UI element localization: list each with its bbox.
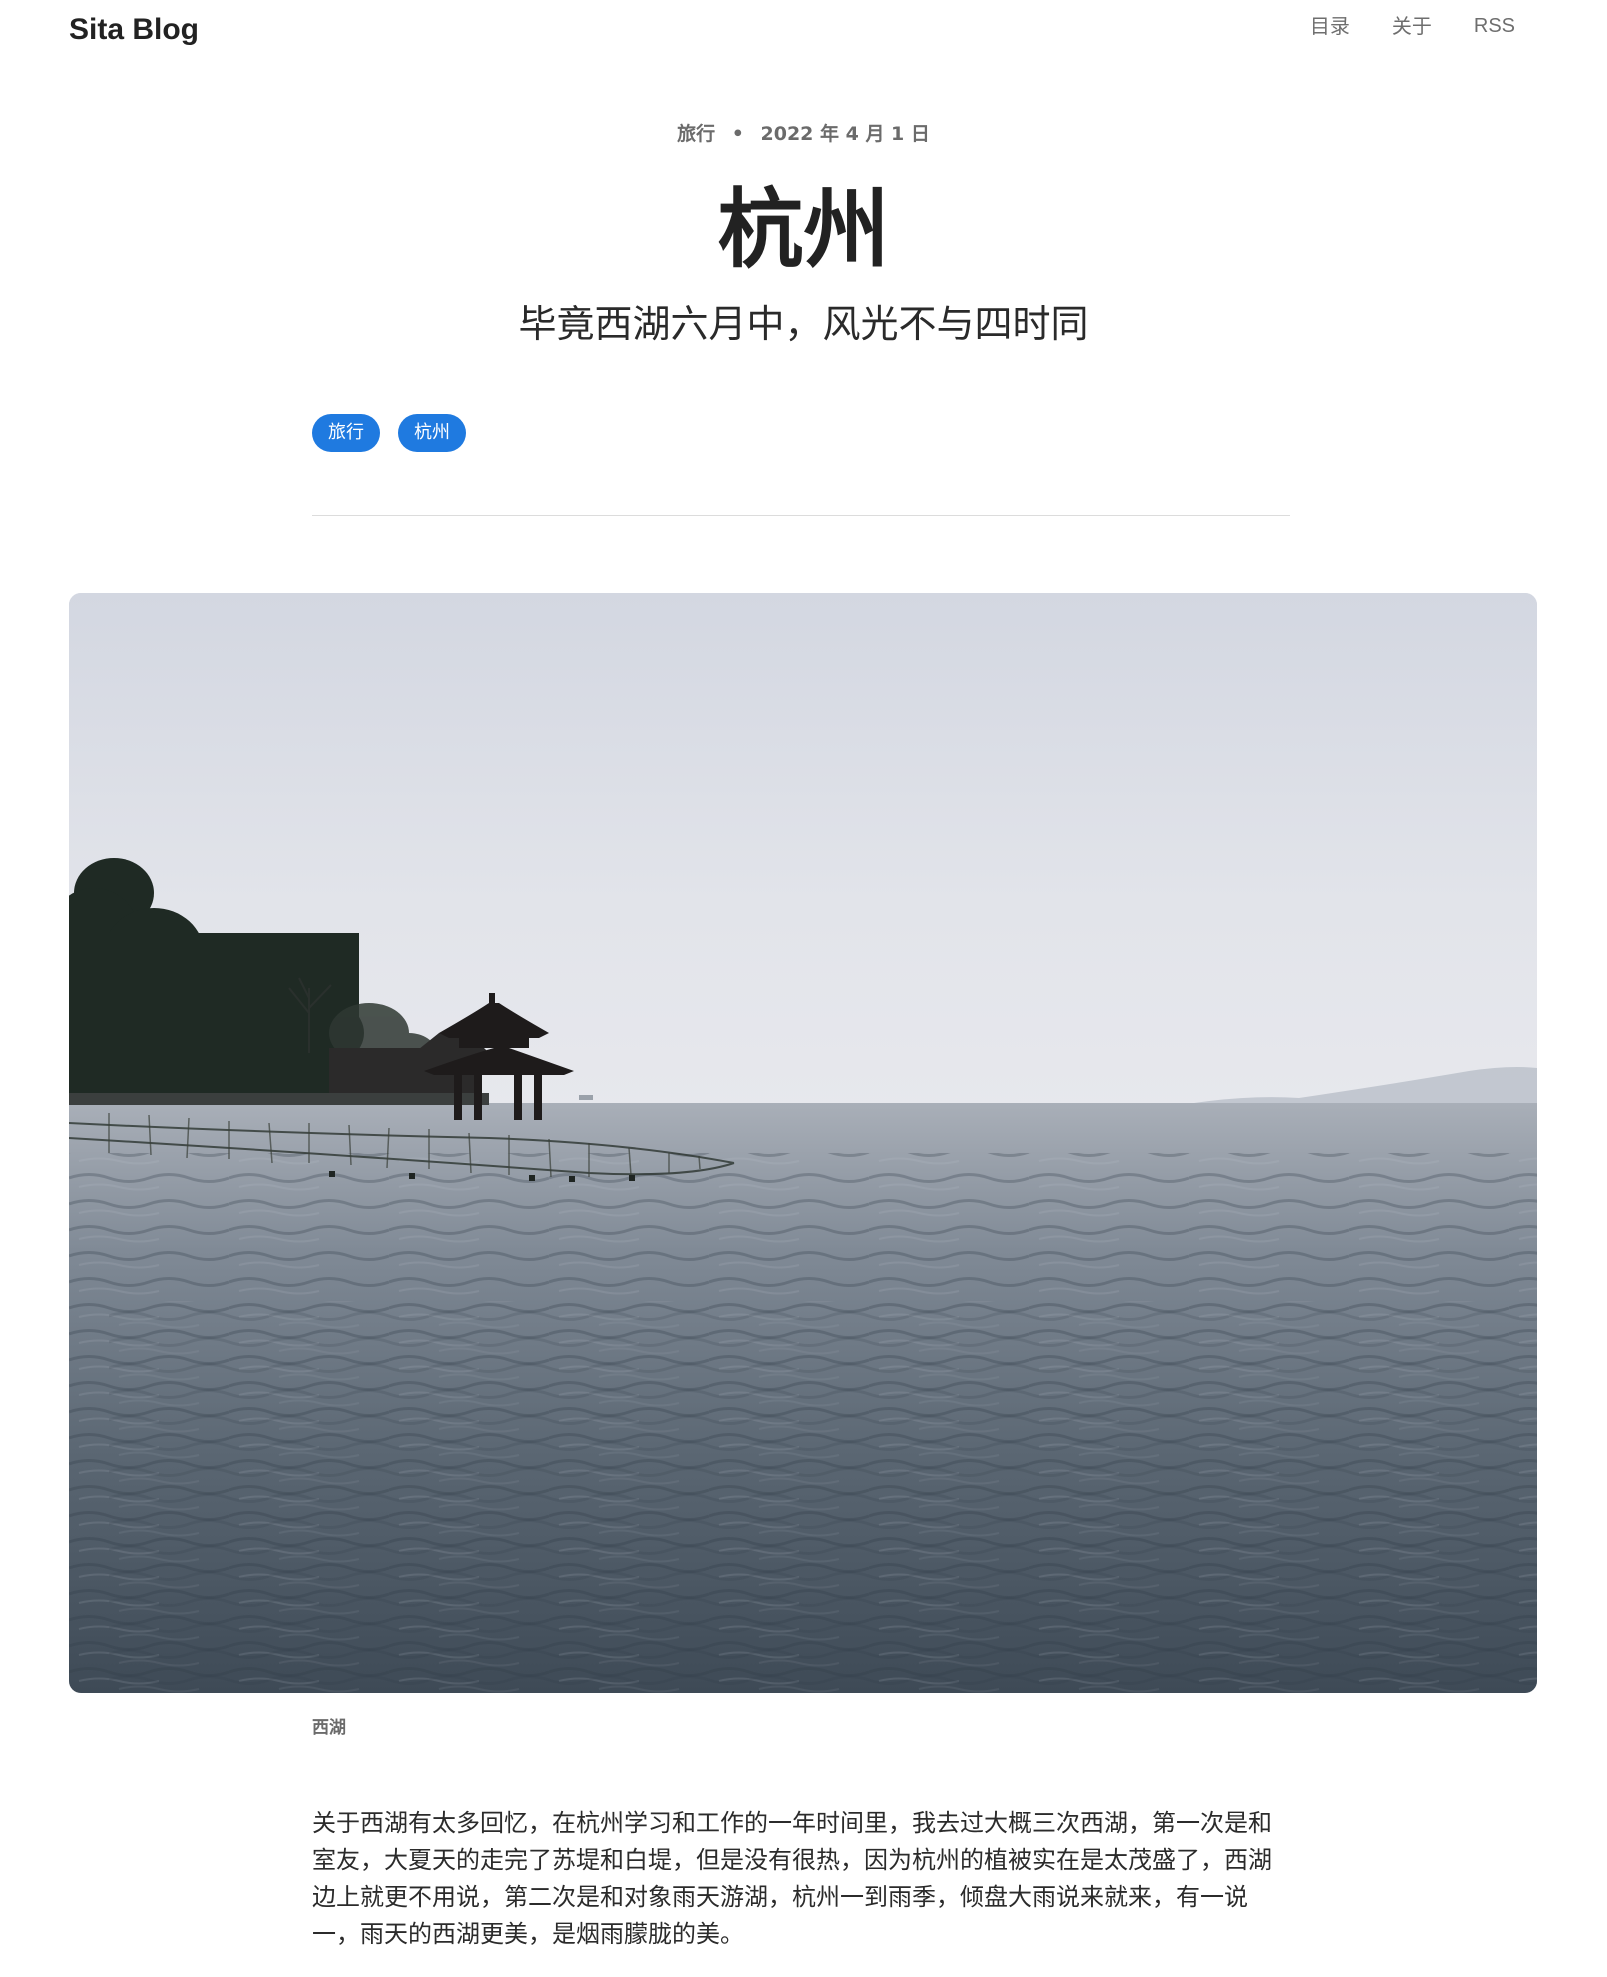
header-divider <box>312 515 1290 516</box>
west-lake-photo <box>69 593 1537 1693</box>
post-subtitle: 毕竟西湖六月中，风光不与四时同 <box>518 302 1089 346</box>
figure-caption: 西湖 <box>312 1718 346 1738</box>
nav-link-rss[interactable]: RSS <box>1474 12 1515 40</box>
post-title: 杭州 <box>717 180 890 280</box>
post-body-paragraph: 关于西湖有太多回忆，在杭州学习和工作的一年时间里，我去过大概三次西湖，第一次是和… <box>312 1809 1272 1948</box>
nav-link-toc[interactable]: 目录 <box>1310 12 1350 40</box>
nav-link-about[interactable]: 关于 <box>1392 12 1432 40</box>
post-date: 2022 年 4 月 1 日 <box>760 123 930 145</box>
meta-separator: • <box>731 123 744 145</box>
post-hero-image <box>69 593 1537 1693</box>
site-header: Sita Blog 目录 关于 RSS <box>0 0 1607 60</box>
post-category-link[interactable]: 旅行 <box>677 123 715 145</box>
tag-hangzhou[interactable]: 杭州 <box>398 414 466 452</box>
post-tags: 旅行 杭州 <box>312 414 466 452</box>
site-title-link[interactable]: Sita Blog <box>69 10 199 50</box>
site-nav: 目录 关于 RSS <box>1310 12 1515 40</box>
post-meta: 旅行 • 2022 年 4 月 1 日 <box>0 120 1607 148</box>
tag-travel[interactable]: 旅行 <box>312 414 380 452</box>
